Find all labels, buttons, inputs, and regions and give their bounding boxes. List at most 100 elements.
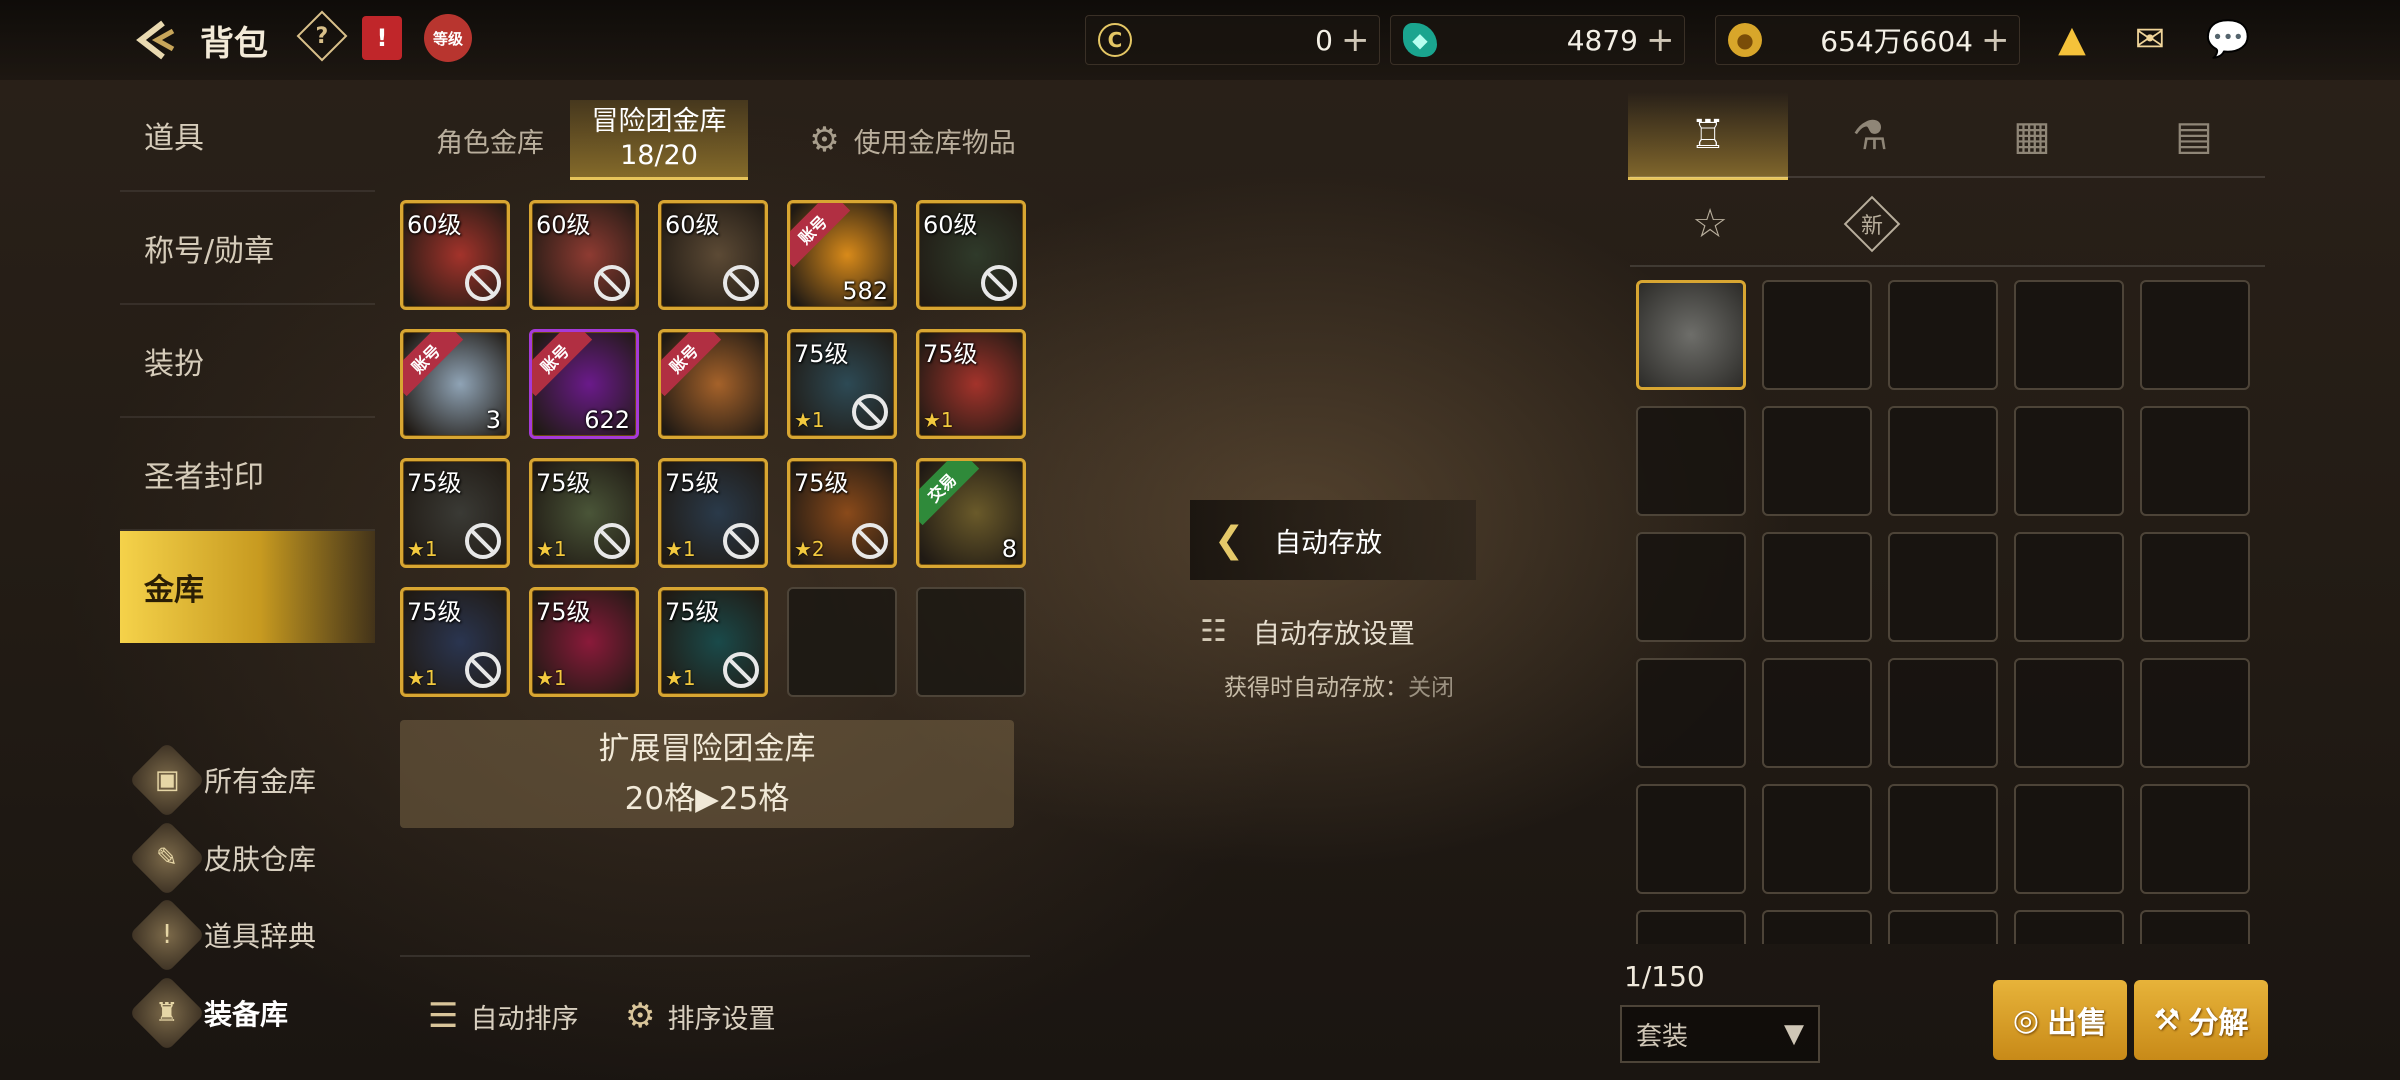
vault-item-slot[interactable]: 75级 ★1 (529, 587, 639, 697)
auto-store-settings[interactable]: ☷ 自动存放设置 (1200, 612, 1415, 651)
inventory-slot[interactable] (2014, 658, 2124, 768)
star-icon: ★1 (536, 666, 567, 690)
inventory-slot[interactable] (1636, 658, 1746, 768)
add-gem-button[interactable]: + (1646, 20, 1675, 60)
vault-item-slot[interactable] (787, 587, 897, 697)
filter-dropdown[interactable]: 套装 ▼ (1620, 1005, 1820, 1063)
sort-settings-button[interactable]: ⚙ 排序设置 (625, 990, 775, 1042)
currency-gold-value: 654万6604 (1820, 25, 1973, 58)
inventory-slot[interactable] (1762, 280, 1872, 390)
sub-item-all-vaults[interactable]: ▣ 所有金库 (128, 741, 360, 819)
vault-item-slot[interactable]: 75级 ★1 (916, 329, 1026, 439)
tab-equipment[interactable]: ♖ (1628, 92, 1788, 180)
add-c-button[interactable]: + (1341, 20, 1370, 60)
vault-item-slot[interactable]: 75级 ★2 (787, 458, 897, 568)
nav-item-costume[interactable]: 装扮 (120, 306, 375, 418)
vault-item-slot[interactable]: 75级 ★1 (529, 458, 639, 568)
chat-icon[interactable]: 💬 (2202, 16, 2254, 62)
vault-item-slot[interactable]: 75级 ★1 (787, 329, 897, 439)
arrow-left-icon: ❮ (1214, 519, 1245, 561)
vault-item-slot[interactable]: 75级 ★1 (400, 587, 510, 697)
sub-item-skin-storage[interactable]: ✎ 皮肤仓库 (128, 819, 360, 897)
no-trade-icon (852, 394, 888, 430)
disassemble-button[interactable]: ⚒ 分解 (2134, 980, 2268, 1060)
no-trade-icon (723, 265, 759, 301)
sub-item-dictionary[interactable]: ! 道具辞典 (128, 896, 360, 974)
divider (400, 955, 1030, 957)
vault-item-slot[interactable]: 75级 ★1 (400, 458, 510, 568)
auto-sort-button[interactable]: ☰ 自动排序 (428, 990, 578, 1042)
sub-item-equipment[interactable]: ♜ 装备库 (128, 974, 360, 1052)
inventory-slot[interactable] (1762, 658, 1872, 768)
nav-item-props[interactable]: 道具 (120, 80, 375, 192)
currency-gem-value: 4879 (1566, 23, 1638, 57)
no-trade-icon (723, 523, 759, 559)
vault-item-slot[interactable]: 交易 8 (916, 458, 1026, 568)
inventory-slot[interactable] (1888, 532, 1998, 642)
inventory-slot[interactable] (1888, 280, 1998, 390)
inventory-slot[interactable] (1636, 280, 1746, 390)
tab-character-vault[interactable]: 角色金库 (415, 100, 565, 180)
inventory-slot[interactable] (1762, 784, 1872, 894)
inventory-slot[interactable] (2014, 406, 2124, 516)
inventory-slot[interactable] (2140, 280, 2250, 390)
inventory-slot[interactable] (1888, 658, 1998, 768)
tab-cards[interactable]: ▤ (2114, 92, 2274, 180)
vault-item-slot[interactable]: 60级 (658, 200, 768, 310)
inventory-slot[interactable] (2140, 532, 2250, 642)
inventory-slot[interactable] (1636, 910, 1746, 944)
hammer-icon: ⚒ (2153, 1002, 2181, 1038)
pouch-icon[interactable]: ▲ (2046, 16, 2098, 62)
new-filter-tab[interactable]: 新 (1843, 195, 1901, 253)
inventory-slot[interactable] (1636, 532, 1746, 642)
item-level: 75级 (665, 598, 720, 626)
vault-item-slot[interactable]: 75级 ★1 (658, 458, 768, 568)
nav-item-titles[interactable]: 称号/勋章 (120, 193, 375, 305)
inventory-slot[interactable] (1636, 784, 1746, 894)
nav-item-vault[interactable]: 金库 (120, 531, 375, 643)
vault-item-slot[interactable]: 75级 ★1 (658, 587, 768, 697)
tab-use-vault-items[interactable]: ⚙ 使用金库物品 (795, 100, 1030, 180)
calendar-icon[interactable]: ! (362, 16, 402, 60)
level-badge[interactable]: 等级 (424, 14, 472, 62)
tab-consumables[interactable]: ⚗ (1790, 92, 1950, 180)
vault-capacity: 18/20 (620, 139, 698, 171)
inventory-slot[interactable] (1636, 406, 1746, 516)
inventory-slot[interactable] (1762, 910, 1872, 944)
expand-vault-button[interactable]: 扩展冒险团金库 20格▶25格 (400, 720, 1014, 828)
star-icon: ★1 (923, 408, 954, 432)
star-icon: ★1 (407, 537, 438, 561)
inventory-slot[interactable] (2140, 658, 2250, 768)
inventory-slot[interactable] (2014, 532, 2124, 642)
inventory-slot[interactable] (2014, 910, 2124, 944)
sell-button[interactable]: ◎ 出售 (1993, 980, 2127, 1060)
cubes-icon: ▦ (2013, 113, 2051, 159)
pentagram-icon[interactable]: ☆ (1684, 198, 1736, 250)
add-gold-button[interactable]: + (1981, 20, 2010, 60)
vault-item-slot[interactable]: 60级 (916, 200, 1026, 310)
vault-item-slot[interactable]: 60级 (400, 200, 510, 310)
back-arrow-icon[interactable] (130, 14, 182, 66)
inventory-slot[interactable] (2140, 406, 2250, 516)
inventory-slot[interactable] (2014, 784, 2124, 894)
inventory-slot[interactable] (2014, 280, 2124, 390)
nav-item-seal[interactable]: 圣者封印 (120, 419, 375, 531)
vault-item-slot[interactable]: 账号 582 (787, 200, 897, 310)
tab-adventure-vault[interactable]: 冒险团金库 18/20 (570, 100, 748, 180)
inventory-slot[interactable] (2140, 910, 2250, 944)
vault-item-slot[interactable]: 账号 622 (529, 329, 639, 439)
inventory-slot[interactable] (2140, 784, 2250, 894)
inventory-slot[interactable] (1888, 910, 1998, 944)
tab-materials[interactable]: ▦ (1952, 92, 2112, 180)
vault-item-slot[interactable]: 账号 3 (400, 329, 510, 439)
vault-item-slot[interactable] (916, 587, 1026, 697)
inventory-slot[interactable] (1888, 406, 1998, 516)
no-trade-icon (594, 265, 630, 301)
vault-item-slot[interactable]: 60级 (529, 200, 639, 310)
auto-store-button[interactable]: ❮ 自动存放 (1190, 500, 1476, 580)
inventory-slot[interactable] (1762, 406, 1872, 516)
vault-item-slot[interactable]: 账号 (658, 329, 768, 439)
mail-icon[interactable]: ✉ (2124, 16, 2176, 62)
inventory-slot[interactable] (1762, 532, 1872, 642)
inventory-slot[interactable] (1888, 784, 1998, 894)
